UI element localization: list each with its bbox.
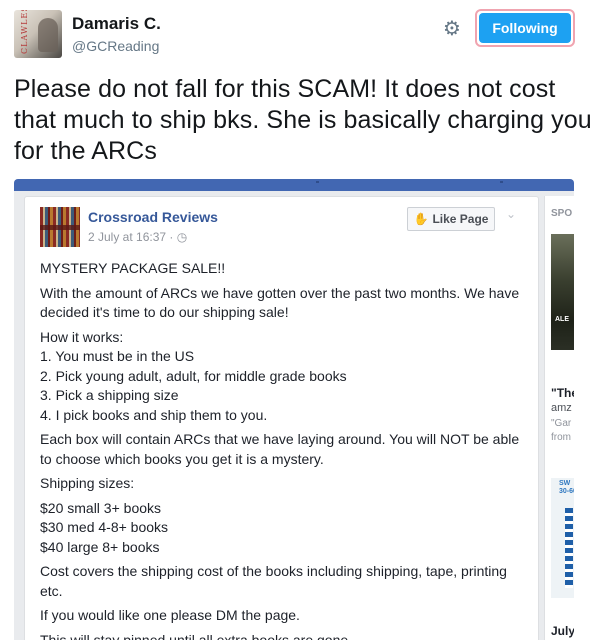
author-handle[interactable]: @GCReading [72,38,159,54]
ad-image: SW 30-60 [551,478,574,598]
post-paragraph: With the amount of ARCs we have gotten o… [40,284,520,321]
ad-description: from [551,432,571,443]
post-paragraph: 1. You must be in the US [40,348,195,364]
ad-image: ALE [551,234,574,350]
facebook-sidebar: SPO ALE "The amz "Gar from SW 30-60 July [544,196,574,640]
author-display-name[interactable]: Damaris C. [72,14,161,34]
sponsored-label: SPO [551,208,573,219]
post-paragraph: MYSTERY PACKAGE SALE!! [40,260,226,276]
facebook-top-bar [14,179,574,191]
gear-icon[interactable]: ⚙ [442,18,462,38]
post-paragraph: 3. Pick a shipping size [40,387,179,403]
post-paragraph: Cost covers the shipping cost of the boo… [40,563,507,599]
like-page-button: ✋ Like Page [407,207,495,231]
post-paragraph: Each box will contain ARCs that we have … [40,431,520,467]
ad-promo-text: SW 30-60 [559,480,574,495]
page-avatar [40,207,80,247]
tweet-text: Please do not fall for this SCAM! It doe… [14,75,592,165]
ad-source: amz [551,402,572,414]
avatar[interactable]: CLAWLESS [14,10,62,58]
topbar-icon [316,181,319,183]
following-button-label: Following [479,13,571,43]
like-page-label: Like Page [432,212,489,226]
sidebar-date: July [551,624,574,638]
topbar-icon [500,181,503,183]
ad-image-tag: ALE [555,316,569,323]
post-paragraph: 4. I pick books and ship them to you. [40,406,268,423]
following-button[interactable]: Following [475,9,575,47]
post-paragraph: $30 med 4-8+ books [40,519,169,535]
thumbs-up-icon: ✋ [413,212,429,226]
post-paragraph: 2. Pick young adult, adult, for middle g… [40,367,347,384]
facebook-post: Crossroad Reviews 2 July at 16:37 · ◷ ✋ … [24,196,539,640]
post-paragraph: How it works: [40,328,124,345]
post-body: MYSTERY PACKAGE SALE!! With the amount o… [40,259,530,640]
avatar-figure [38,18,58,52]
embedded-screenshot[interactable]: Crossroad Reviews 2 July at 16:37 · ◷ ✋ … [14,179,574,640]
post-paragraph: If you would like one please DM the page… [40,607,300,623]
ad-graphic [565,508,573,588]
avatar-text: CLAWLESS [20,10,29,54]
post-paragraph: $40 large 8+ books [40,538,160,555]
post-paragraph: $20 small 3+ books [40,499,162,516]
ad-description: "Gar [551,418,572,429]
chevron-down-icon: ⌄ [505,207,517,221]
post-timestamp: 2 July at 16:37 · ◷ [88,230,188,244]
ad-title: "The [551,386,574,400]
post-paragraph: This will stay pinned until all extra bo… [40,631,353,640]
page-name: Crossroad Reviews [88,209,218,225]
post-paragraph: Shipping sizes: [40,475,135,491]
